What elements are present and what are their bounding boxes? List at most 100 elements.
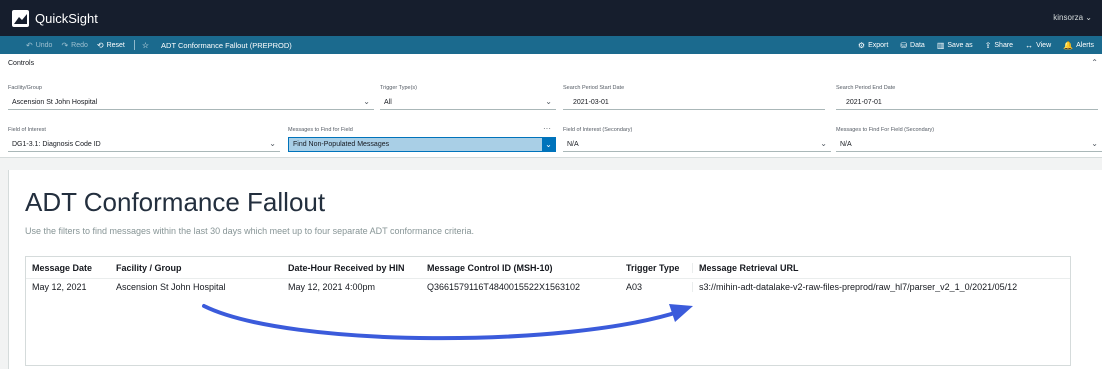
- export-label: Export: [868, 41, 889, 49]
- expand-icon: ↔: [1025, 40, 1034, 50]
- field-interest-secondary-control: Field of Interest (Secondary) N/A ⌄: [563, 126, 831, 152]
- chevron-down-icon: ⌄: [269, 139, 276, 148]
- column-header[interactable]: Message Date: [26, 263, 110, 273]
- reset-label: Reset: [106, 41, 125, 49]
- top-nav-bar: QuickSight kinsorza ⌄: [0, 0, 1102, 36]
- reset-icon: ⟲: [96, 40, 104, 50]
- analysis-toolbar: ↶ Undo ↷ Redo ⟲ Reset ☆ ADT Conformance Fal…: [0, 36, 1102, 54]
- toolbar-divider: [133, 40, 135, 50]
- trigger-label: Trigger Type(s): [380, 85, 417, 91]
- favorite-button[interactable]: ☆: [142, 41, 152, 50]
- share-label: Share: [994, 41, 1014, 49]
- more-options-icon[interactable]: ···: [543, 124, 551, 133]
- quicksight-logo-icon: [12, 9, 29, 27]
- redo-label: Redo: [71, 41, 88, 49]
- messages-find-secondary-label: Messages to Find For Field (Secondary): [836, 127, 935, 133]
- undo-button[interactable]: ↶ Undo: [26, 41, 52, 50]
- field-interest-select[interactable]: DG1-3.1: Diagnosis Code ID ⌄: [8, 137, 280, 152]
- facility-select[interactable]: Ascension St John Hospital ⌄: [8, 95, 374, 110]
- reset-button[interactable]: ⟲ Reset: [97, 41, 125, 50]
- star-icon: ☆: [141, 40, 150, 50]
- share-button[interactable]: ⇪ Share: [985, 41, 1013, 50]
- facility-value: Ascension St John Hospital: [12, 98, 98, 106]
- column-header[interactable]: Trigger Type: [620, 263, 692, 273]
- end-date-control: Search Period End Date 2021-07-01: [836, 84, 1098, 110]
- sheet-canvas: ADT Conformance Fallout Use the filters …: [8, 170, 1098, 369]
- controls-title: Controls: [8, 60, 35, 67]
- table-cell: May 12, 2021 4:00pm: [288, 282, 376, 292]
- sheet-title: ADT Conformance Fallout: [25, 187, 326, 217]
- start-date-control: Search Period Start Date 2021-03-01: [563, 84, 825, 110]
- quicksight-logo[interactable]: QuickSight: [12, 9, 98, 27]
- end-date-label: Search Period End Date: [836, 85, 896, 91]
- database-icon: ⛁: [900, 40, 908, 50]
- save-as-button[interactable]: ▥ Save as: [937, 41, 973, 50]
- column-header[interactable]: Message Control ID (MSH-10): [421, 263, 620, 273]
- table-header-row: Message Date Facility / Group Date-Hour …: [26, 257, 1070, 279]
- end-date-input[interactable]: 2021-07-01: [836, 95, 1098, 110]
- messages-find-value: Find Non-Populated Messages: [293, 141, 390, 148]
- save-icon: ▥: [936, 40, 945, 50]
- messages-find-secondary-select[interactable]: N/A ⌄: [836, 137, 1102, 152]
- chevron-down-icon: ⌄: [542, 138, 555, 151]
- start-date-input[interactable]: 2021-03-01: [563, 95, 825, 110]
- chevron-down-icon: ⌄: [363, 97, 370, 106]
- export-icon: ⚙: [857, 40, 866, 50]
- column-header[interactable]: Message Retrieval URL: [692, 262, 1070, 273]
- alerts-button[interactable]: 🔔 Alerts: [1063, 41, 1094, 50]
- sheet-subtitle: Use the filters to find messages within …: [25, 226, 475, 236]
- facility-label: Facility/Group: [8, 85, 42, 91]
- messages-find-control: Messages to Find for Field Find Non-Popu…: [288, 126, 556, 152]
- table-row: May 12, 2021 Ascension St John Hospital …: [26, 279, 1070, 295]
- controls-panel: Controls ⌃ Facility/Group Ascension St J…: [0, 54, 1102, 158]
- collapse-controls-icon[interactable]: ⌃: [1091, 58, 1098, 67]
- messages-find-select[interactable]: Find Non-Populated Messages ⌄: [288, 137, 556, 152]
- data-label: Data: [910, 41, 925, 49]
- messages-find-secondary-value: N/A: [840, 140, 852, 148]
- chevron-down-icon: ⌄: [1091, 139, 1098, 148]
- field-interest-value: DG1-3.1: Diagnosis Code ID: [12, 140, 101, 148]
- start-date-value: 2021-03-01: [573, 98, 609, 106]
- message-url-cell[interactable]: s3://mihin-adt-datalake-v2-raw-files-pre…: [692, 282, 1070, 292]
- redo-button[interactable]: ↷ Redo: [61, 41, 87, 50]
- view-button[interactable]: ↔ View: [1025, 41, 1051, 50]
- field-interest-label: Field of Interest: [8, 127, 46, 133]
- app-name: QuickSight: [35, 10, 98, 26]
- column-header[interactable]: Date-Hour Received by HIN: [282, 263, 421, 273]
- table-cell: May 12, 2021: [32, 282, 87, 292]
- data-button[interactable]: ⛁ Data: [900, 41, 925, 50]
- view-label: View: [1036, 41, 1052, 49]
- column-header[interactable]: Facility / Group: [110, 263, 282, 273]
- messages-find-label: Messages to Find for Field: [288, 127, 353, 133]
- table-cell: Q3661579116T4840015522X1563102: [427, 282, 580, 292]
- undo-label: Undo: [35, 41, 53, 49]
- results-table: Message Date Facility / Group Date-Hour …: [25, 256, 1071, 366]
- table-cell: A03: [626, 282, 643, 292]
- field-interest-secondary-value: N/A: [567, 140, 579, 148]
- save-as-label: Save as: [947, 41, 973, 49]
- start-date-label: Search Period Start Date: [563, 85, 625, 91]
- username: kinsorza: [1053, 13, 1084, 22]
- bell-icon: 🔔: [1063, 40, 1074, 50]
- table-cell: Ascension St John Hospital: [116, 282, 226, 292]
- chevron-down-icon: ⌄: [545, 97, 552, 106]
- field-interest-control: Field of Interest DG1-3.1: Diagnosis Cod…: [8, 126, 280, 152]
- facility-control: Facility/Group Ascension St John Hospita…: [8, 84, 374, 110]
- chevron-down-icon: ⌄: [820, 139, 827, 148]
- redo-icon: ↷: [61, 40, 69, 50]
- field-interest-secondary-select[interactable]: N/A ⌄: [563, 137, 831, 152]
- end-date-value: 2021-07-01: [846, 98, 882, 106]
- messages-find-secondary-control: Messages to Find For Field (Secondary) N…: [836, 126, 1102, 152]
- alerts-label: Alerts: [1076, 41, 1094, 49]
- chevron-down-icon: ⌄: [1085, 13, 1092, 22]
- trigger-control: Trigger Type(s) All ⌄: [380, 84, 556, 110]
- undo-icon: ↶: [26, 40, 33, 50]
- user-menu[interactable]: kinsorza ⌄: [1053, 13, 1092, 22]
- trigger-select[interactable]: All ⌄: [380, 95, 556, 110]
- scrollbar[interactable]: [1098, 170, 1102, 369]
- share-icon: ⇪: [984, 40, 992, 50]
- field-interest-secondary-label: Field of Interest (Secondary): [563, 127, 633, 133]
- trigger-value: All: [384, 98, 392, 106]
- analysis-title: ADT Conformance Fallout (PREPROD): [161, 40, 292, 50]
- export-button[interactable]: ⚙ Export: [858, 41, 888, 50]
